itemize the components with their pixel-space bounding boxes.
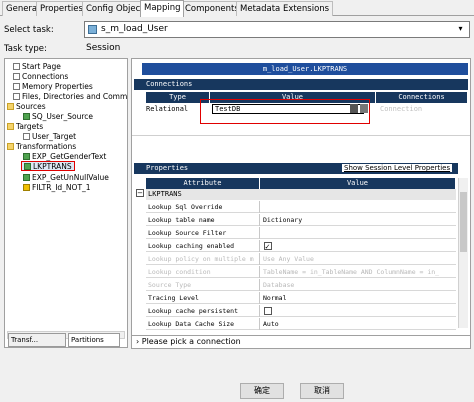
status-text: Please pick a connection bbox=[141, 337, 241, 346]
prop-row-sql-override[interactable]: Lookup Sql Override bbox=[146, 201, 456, 213]
tree-item-targets[interactable]: Targets bbox=[7, 122, 43, 132]
tab-config-object[interactable]: Config Object bbox=[82, 1, 148, 16]
scrollbar-thumb[interactable] bbox=[460, 192, 467, 252]
bottom-tab-transformations[interactable]: Transf... bbox=[8, 333, 66, 347]
tab-mapping[interactable]: Mapping bbox=[140, 0, 185, 17]
target-icon bbox=[23, 133, 30, 140]
tab-components[interactable]: Components bbox=[181, 1, 243, 16]
folder-icon bbox=[7, 143, 14, 150]
prop-row-source-filter[interactable]: Lookup Source Filter bbox=[146, 227, 456, 239]
splitter[interactable] bbox=[132, 135, 470, 136]
conn-header-connections: Connections bbox=[376, 92, 468, 103]
folder-icon bbox=[7, 103, 14, 110]
caching-enabled-checkbox[interactable]: ✓ bbox=[264, 242, 272, 251]
select-task-label: Select task: bbox=[4, 25, 54, 35]
tab-properties[interactable]: Properties bbox=[36, 1, 87, 16]
tree-item-sq-user-source[interactable]: SQ_User_Source bbox=[23, 112, 93, 122]
panel-title: m_load_User.LKPTRANS bbox=[142, 63, 468, 75]
prop-row-policy-multiple[interactable]: Lookup policy on multiple m Use Any Value bbox=[146, 253, 456, 265]
selected-task-value: s_m_load_User bbox=[101, 24, 168, 34]
show-session-properties-link[interactable]: Show Session Level Properties bbox=[342, 164, 453, 172]
tree-item-user-target[interactable]: User_Target bbox=[23, 132, 76, 142]
session-icon bbox=[88, 25, 97, 34]
cache-persistent-checkbox[interactable] bbox=[264, 307, 272, 315]
tree-item-connections[interactable]: Connections bbox=[13, 72, 68, 82]
connections-section-header[interactable]: Connections bbox=[134, 79, 468, 90]
connection-hint: Connection bbox=[380, 105, 423, 113]
cancel-button[interactable]: 取消 bbox=[300, 383, 344, 399]
properties-panel: m_load_User.LKPTRANS Connections Type Va… bbox=[131, 58, 471, 348]
tree-item-lkptrans[interactable]: LKPTRANS bbox=[21, 161, 75, 171]
collapse-icon[interactable]: − bbox=[136, 189, 144, 197]
bottom-tab-partitions[interactable]: Partitions bbox=[68, 333, 120, 347]
connection-icon bbox=[13, 73, 20, 80]
tree-item-transformations[interactable]: Transformations bbox=[7, 142, 76, 152]
prop-row-lookup-condition[interactable]: Lookup condition TableName = in_TableName… bbox=[146, 266, 456, 278]
tree-item-exp-getunnullvalue[interactable]: EXP_GetUnNullValue bbox=[23, 173, 109, 183]
prop-header-value: Value bbox=[260, 178, 456, 189]
prop-row-cache-persistent[interactable]: Lookup cache persistent bbox=[146, 305, 456, 317]
status-bar: › Please pick a connection bbox=[131, 335, 471, 349]
prop-row-caching-enabled[interactable]: Lookup caching enabled ✓ bbox=[146, 240, 456, 252]
navigation-tree: Start Page Connections Memory Properties… bbox=[4, 58, 128, 348]
memory-icon bbox=[13, 83, 20, 90]
filter-icon bbox=[23, 184, 30, 191]
page-icon bbox=[13, 63, 20, 70]
expression-icon bbox=[23, 174, 30, 181]
tree-item-sources[interactable]: Sources bbox=[7, 102, 46, 112]
properties-vertical-scrollbar[interactable] bbox=[458, 178, 468, 328]
tab-bar: General Properties Config Object Mapping… bbox=[0, 0, 474, 17]
source-qualifier-icon bbox=[23, 113, 30, 120]
prop-row-tracing-level[interactable]: Tracing Level Normal bbox=[146, 292, 456, 304]
chevron-down-icon[interactable]: ▾ bbox=[454, 23, 467, 36]
tree-item-start-page[interactable]: Start Page bbox=[13, 62, 61, 72]
tree-item-files-directories[interactable]: Files, Directories and Command bbox=[13, 92, 127, 102]
prop-row-source-type[interactable]: Source Type Database bbox=[146, 279, 456, 291]
prop-header-attribute: Attribute bbox=[146, 178, 260, 189]
files-icon bbox=[13, 93, 20, 100]
status-arrow-icon: › bbox=[136, 337, 140, 346]
property-group-lkptrans[interactable]: LKPTRANS bbox=[146, 189, 456, 200]
prop-row-data-cache-size[interactable]: Lookup Data Cache Size Auto bbox=[146, 318, 456, 330]
folder-icon bbox=[7, 123, 14, 130]
lookup-icon bbox=[24, 163, 31, 170]
highlight-box bbox=[200, 99, 370, 124]
tree-item-memory-properties[interactable]: Memory Properties bbox=[13, 82, 93, 92]
task-type-label: Task type: bbox=[4, 44, 47, 54]
expression-icon bbox=[23, 153, 30, 160]
tree-item-filtr-id-not-1[interactable]: FILTR_Id_NOT_1 bbox=[23, 183, 91, 193]
conn-type-value: Relational bbox=[146, 105, 189, 113]
ok-button[interactable]: 确定 bbox=[240, 383, 284, 399]
tab-metadata-extensions[interactable]: Metadata Extensions bbox=[236, 1, 334, 16]
task-type-value: Session bbox=[86, 43, 121, 53]
task-select[interactable]: s_m_load_User ▾ bbox=[84, 21, 470, 38]
prop-row-table-name[interactable]: Lookup table name Dictionary bbox=[146, 214, 456, 226]
